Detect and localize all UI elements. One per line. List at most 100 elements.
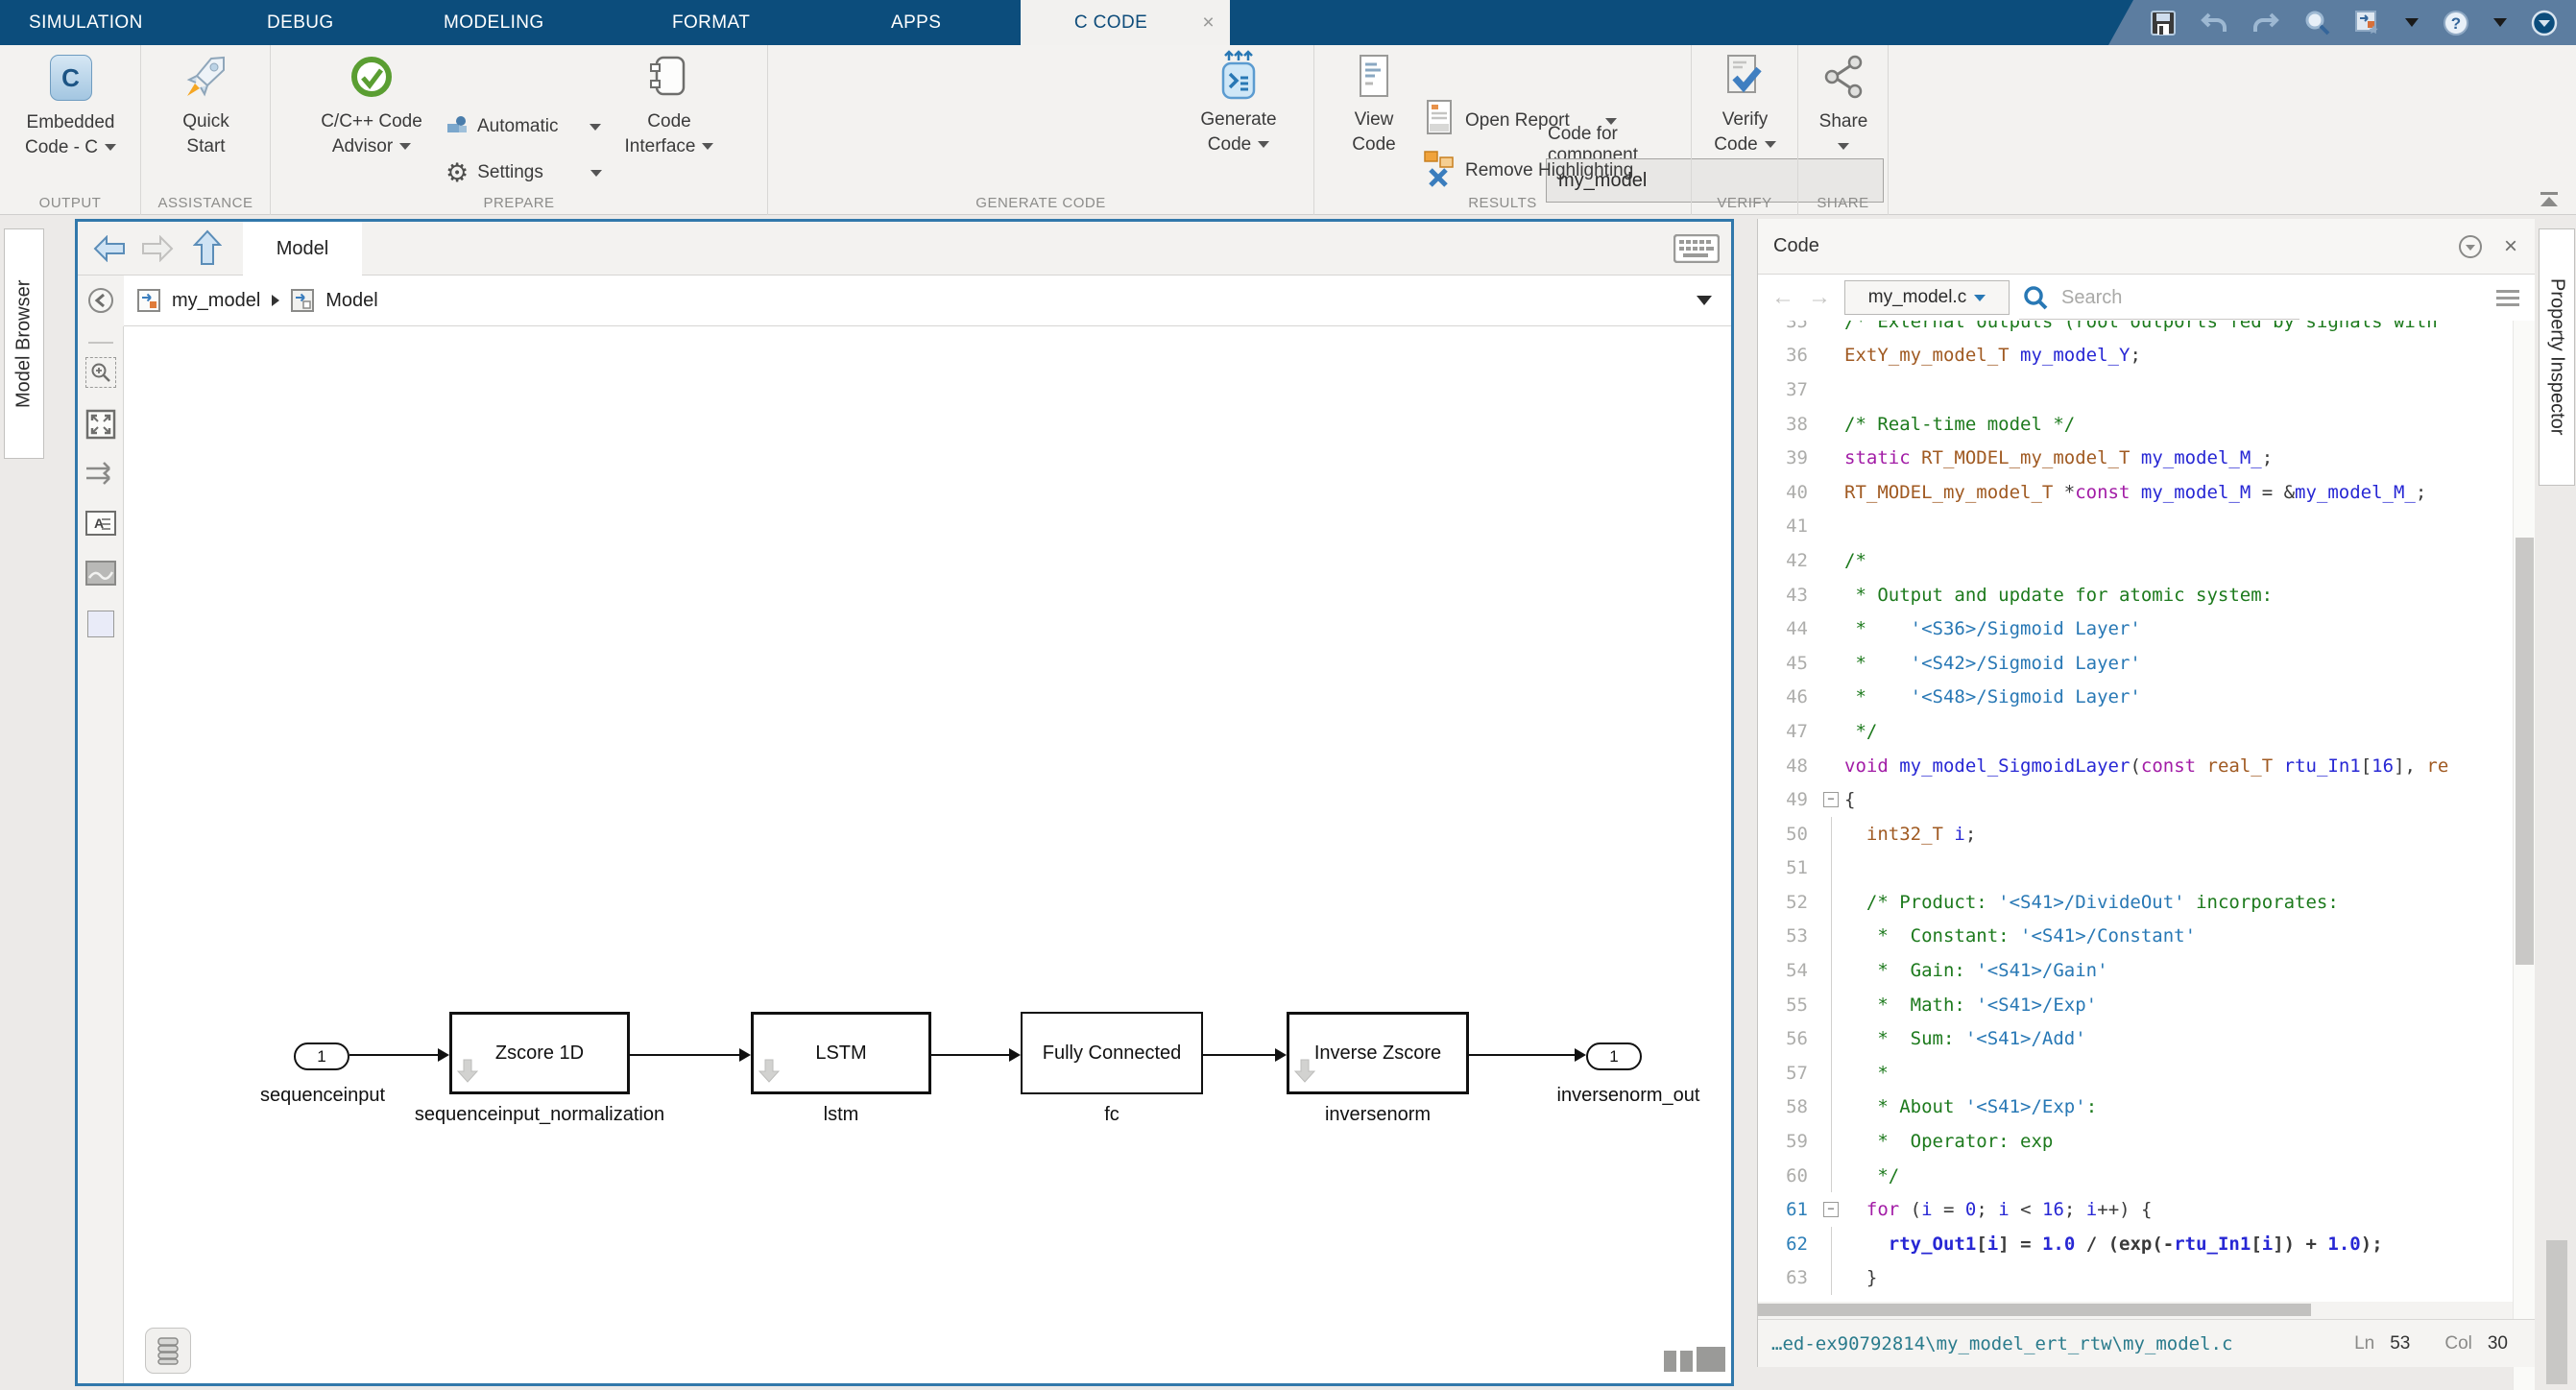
code-text: static RT_MODEL_my_model_T my_model_M_;: [1844, 447, 2507, 468]
block-fully-connected[interactable]: Fully Connected: [1021, 1012, 1203, 1094]
favorites-dropdown-icon[interactable]: [2405, 18, 2419, 27]
code-advisor-button[interactable]: C/C++ CodeAdvisor: [290, 53, 453, 159]
breadcrumb-dropdown-icon[interactable]: [1697, 296, 1712, 305]
embedded-code-button[interactable]: C EmbeddedCode - C: [0, 55, 141, 160]
breadcrumb-root[interactable]: my_model: [172, 290, 260, 312]
outport-label[interactable]: inversenorm_out: [1557, 1085, 1700, 1107]
line-number: 58: [1758, 1096, 1818, 1117]
tab-debug[interactable]: DEBUG: [267, 0, 334, 45]
svg-text:?: ?: [2451, 14, 2461, 33]
fold-toggle-icon[interactable]: −: [1823, 1202, 1839, 1217]
tab-apps[interactable]: APPS: [891, 0, 941, 45]
editor-tool-palette: A «: [78, 326, 124, 1383]
fold-guide: [1831, 1227, 1832, 1261]
remove-highlight-icon: [1422, 149, 1457, 193]
code-interface-button[interactable]: CodeInterface: [588, 53, 751, 159]
line-value: 53: [2390, 1333, 2410, 1354]
remove-highlighting-button[interactable]: Remove Highlighting: [1422, 153, 1633, 189]
block-label[interactable]: lstm: [824, 1104, 859, 1126]
help-icon[interactable]: ?: [2442, 9, 2470, 37]
section-generate-code: Code for component GenerateCode GENERATE…: [768, 45, 1314, 215]
layout-panes-icon[interactable]: [1664, 1347, 1725, 1372]
tab-modeling[interactable]: MODELING: [444, 0, 544, 45]
scrollbar-thumb[interactable]: [2516, 538, 2534, 965]
line-number: 36: [1758, 345, 1818, 366]
generate-code-button[interactable]: GenerateCode: [1171, 49, 1306, 157]
settings-dropdown[interactable]: ⚙ Settings: [445, 155, 602, 191]
redo-icon[interactable]: [2251, 11, 2280, 36]
block-lstm[interactable]: LSTM: [751, 1012, 931, 1094]
model-file-icon: [137, 289, 160, 312]
image-tool-icon[interactable]: [78, 561, 124, 586]
palette-divider: [78, 342, 124, 344]
code-text: ExtY_my_model_T my_model_Y;: [1844, 345, 2507, 366]
signal-wire[interactable]: [349, 1054, 438, 1056]
code-line: 45 * '<S42>/Sigmoid Layer': [1758, 646, 2507, 681]
close-panel-icon[interactable]: ×: [2504, 233, 2517, 260]
signal-wire[interactable]: [630, 1054, 739, 1056]
breadcrumb-current[interactable]: Model: [325, 290, 377, 312]
signal-wire[interactable]: [1203, 1054, 1275, 1056]
close-icon[interactable]: ×: [1202, 12, 1215, 35]
tab-format[interactable]: FORMAT: [672, 0, 750, 45]
code-back-icon[interactable]: ←: [1771, 284, 1794, 311]
file-selector[interactable]: my_model.c: [1844, 280, 2010, 315]
block-inverse-zscore[interactable]: Inverse Zscore: [1287, 1012, 1469, 1094]
signal-wire[interactable]: [1469, 1054, 1575, 1056]
annotation-tool-icon[interactable]: A: [78, 511, 124, 536]
share-button[interactable]: Share: [1798, 55, 1889, 159]
view-code-button[interactable]: ViewCode: [1328, 53, 1420, 157]
subsystem-badge-icon[interactable]: [758, 1058, 780, 1089]
fit-to-view-icon[interactable]: [78, 409, 124, 440]
code-horizontal-scrollbar[interactable]: [1758, 1302, 2513, 1319]
block-label[interactable]: fc: [1104, 1104, 1119, 1126]
fold-toggle-icon[interactable]: −: [1823, 792, 1839, 807]
forward-icon[interactable]: [141, 235, 174, 262]
code-view[interactable]: 35/* External outputs (root outports fed…: [1758, 321, 2507, 1390]
model-browser-tab[interactable]: Model Browser: [4, 228, 44, 459]
block-zscore-1d[interactable]: Zscore 1D: [449, 1012, 630, 1094]
code-forward-icon[interactable]: →: [1808, 284, 1831, 311]
block-label[interactable]: sequenceinput_normalization: [415, 1104, 664, 1126]
back-icon[interactable]: [93, 235, 126, 262]
minimize-toolstrip-icon[interactable]: [2530, 9, 2559, 37]
model-nav-tab[interactable]: Model: [243, 222, 362, 276]
property-inspector-tab[interactable]: Property Inspector: [2539, 228, 2575, 486]
inport-block[interactable]: 1: [294, 1042, 349, 1070]
search-icon[interactable]: [2303, 10, 2330, 36]
quick-start-button[interactable]: QuickStart: [141, 53, 271, 159]
subsystem-favorites-icon[interactable]: [2353, 9, 2382, 37]
undo-icon[interactable]: [2200, 11, 2228, 36]
automatic-dropdown[interactable]: Automatic: [445, 108, 601, 145]
up-to-parent-icon[interactable]: [193, 229, 222, 266]
subsystem-badge-icon[interactable]: [457, 1058, 478, 1089]
code-search-input[interactable]: [2061, 287, 2436, 309]
tab-c-code[interactable]: C CODE ×: [1021, 0, 1230, 45]
zoom-in-tool-icon[interactable]: [78, 357, 124, 388]
signal-wire[interactable]: [931, 1054, 1009, 1056]
block-label[interactable]: inversenorm: [1325, 1104, 1431, 1126]
right-scrollbar[interactable]: [2546, 1240, 2567, 1384]
line-number: 38: [1758, 414, 1818, 435]
minimize-panel-icon[interactable]: [2458, 234, 2483, 259]
hide-model-browser-icon[interactable]: [87, 287, 114, 314]
panel-menu-icon[interactable]: [2496, 286, 2519, 310]
save-icon[interactable]: [2150, 10, 2177, 36]
collapse-ribbon-icon[interactable]: [2540, 192, 2558, 206]
scrollbar-thumb[interactable]: [1758, 1304, 2311, 1316]
inport-label[interactable]: sequenceinput: [260, 1085, 385, 1107]
outport-block[interactable]: 1: [1586, 1042, 1642, 1070]
section-label: ASSISTANCE: [141, 195, 270, 211]
keyboard-shortcuts-icon[interactable]: [1673, 234, 1720, 263]
model-canvas[interactable]: [124, 326, 1731, 1383]
open-report-dropdown[interactable]: Open Report: [1422, 103, 1617, 139]
area-tool-icon[interactable]: [78, 611, 124, 637]
tab-simulation[interactable]: SIMULATION: [29, 0, 143, 45]
signal-routing-icon[interactable]: [78, 461, 124, 486]
subsystem-badge-icon[interactable]: [1294, 1058, 1315, 1089]
code-vertical-scrollbar[interactable]: [2513, 321, 2535, 1390]
data-browser-toggle[interactable]: [145, 1328, 191, 1374]
verify-code-button[interactable]: VerifyCode: [1692, 53, 1798, 157]
help-dropdown-icon[interactable]: [2493, 18, 2507, 27]
fold-guide: [1831, 817, 1832, 851]
